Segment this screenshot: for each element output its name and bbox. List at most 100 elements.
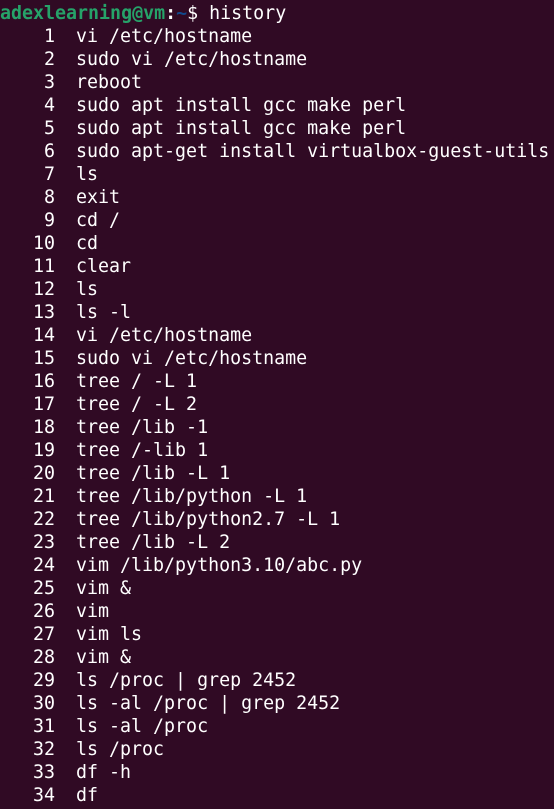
history-entry-command: tree /lib/python -L 1 <box>76 486 308 507</box>
history-entry-number: 25 <box>32 578 55 599</box>
history-entry-number: 31 <box>32 716 55 737</box>
history-entry-command: clear <box>76 256 132 277</box>
history-entry-number: 27 <box>32 624 55 645</box>
history-entry-command: tree / -L 2 <box>76 394 198 415</box>
history-entry-command: sudo apt install gcc make perl <box>76 118 407 139</box>
history-entry-number: 14 <box>32 325 55 346</box>
history-entry: 25 vim & <box>0 577 131 600</box>
history-entry: 6 sudo apt-get install virtualbox-guest-u… <box>0 140 549 163</box>
history-entry-number: 18 <box>32 417 55 438</box>
history-entry: 14 vi /etc/hostname <box>0 324 252 347</box>
history-entry-command: ls <box>76 279 99 300</box>
history-entry-command: vim & <box>76 647 132 668</box>
history-entry-number: 9 <box>43 210 55 231</box>
history-entry-number: 32 <box>32 739 55 760</box>
history-entry: 21 tree /lib/python -L 1 <box>0 485 307 508</box>
history-entry-number: 2 <box>43 49 55 70</box>
history-entry-number: 33 <box>32 762 55 783</box>
history-entry: 13 ls -l <box>0 301 131 324</box>
history-entry: 32 ls /proc <box>0 738 164 761</box>
history-entry: 28 vim & <box>0 646 131 669</box>
history-entry-command: sudo apt install gcc make perl <box>76 95 407 116</box>
history-entry-command: vi /etc/hostname <box>76 325 253 346</box>
history-entry-number: 10 <box>32 233 55 254</box>
history-entry-command: vim & <box>76 578 132 599</box>
history-entry-command: vim ls <box>76 624 143 645</box>
history-entry-command: ls /proc <box>76 739 165 760</box>
history-entry: 24 vim /lib/python3.10/abc.py <box>0 554 362 577</box>
history-entry-number: 5 <box>43 118 55 139</box>
history-entry-number: 1 <box>43 26 55 47</box>
history-entry-command: df -h <box>76 762 132 783</box>
history-entry-number: 7 <box>43 164 55 185</box>
history-entry: 17 tree / -L 2 <box>0 393 197 416</box>
history-entry: 23 tree /lib -L 2 <box>0 531 230 554</box>
history-entry-command: tree / -L 1 <box>76 371 198 392</box>
prompt-user-host: adexlearning@vm <box>0 3 166 24</box>
history-entry-number: 24 <box>32 555 55 576</box>
history-entry-command: vi /etc/hostname <box>76 26 253 47</box>
history-entry: 22 tree /lib/python2.7 -L 1 <box>0 508 340 531</box>
history-entry-command: exit <box>76 187 121 208</box>
history-entry: 31 ls -al /proc <box>0 715 208 738</box>
history-entry-number: 15 <box>32 348 55 369</box>
history-entry-command: ls /proc | grep 2452 <box>76 670 297 691</box>
history-entry-command: ls -l <box>76 302 132 323</box>
history-entry-number: 26 <box>32 601 55 622</box>
history-entry-command: tree /lib -L 2 <box>76 532 231 553</box>
history-entry: 10 cd <box>0 232 98 255</box>
terminal-window[interactable]: adexlearning@vm:~$ history 1 vi /etc/host… <box>0 0 554 809</box>
history-entry: 7 ls <box>0 163 98 186</box>
history-entry: 19 tree /-lib 1 <box>0 439 208 462</box>
history-entry-number: 16 <box>32 371 55 392</box>
history-entry: 11 clear <box>0 255 131 278</box>
history-entry-number: 34 <box>32 785 55 806</box>
history-entry: 1 vi /etc/hostname <box>0 25 252 48</box>
history-entry-command: ls -al /proc | grep 2452 <box>76 693 341 714</box>
history-entry: 16 tree / -L 1 <box>0 370 197 393</box>
history-entry-number: 19 <box>32 440 55 461</box>
history-entry-command: sudo vi /etc/hostname <box>76 49 308 70</box>
history-entry-command: ls -al /proc <box>76 716 209 737</box>
history-entry-number: 29 <box>32 670 55 691</box>
history-entry: 18 tree /lib -1 <box>0 416 208 439</box>
history-entry: 30 ls -al /proc | grep 2452 <box>0 692 340 715</box>
history-entry: 15 sudo vi /etc/hostname <box>0 347 307 370</box>
history-entry-number: 13 <box>32 302 55 323</box>
history-entry-number: 6 <box>43 141 55 162</box>
history-entry-number: 3 <box>43 72 55 93</box>
history-entry: 33 df -h <box>0 761 131 784</box>
prompt-separator: : <box>165 3 177 24</box>
history-entry: 3 reboot <box>0 71 142 94</box>
history-entry-command: sudo apt-get install virtualbox-guest-ut… <box>76 141 550 162</box>
history-entry-command: cd / <box>76 210 121 231</box>
history-entry-command: ls <box>76 164 99 185</box>
prompt-line: adexlearning@vm:~$ history <box>0 2 286 25</box>
history-entry: 8 exit <box>0 186 120 209</box>
history-entry-number: 21 <box>32 486 55 507</box>
prompt-symbol: $ <box>187 3 199 24</box>
history-entry-number: 22 <box>32 509 55 530</box>
history-entry-number: 23 <box>32 532 55 553</box>
history-entry-command: tree /lib -L 1 <box>76 463 231 484</box>
history-entry: 12 ls <box>0 278 98 301</box>
history-entry: 9 cd / <box>0 209 120 232</box>
history-entry-number: 17 <box>32 394 55 415</box>
history-entry: 34 df <box>0 784 98 807</box>
history-entry: 4 sudo apt install gcc make perl <box>0 94 406 117</box>
history-entry-number: 30 <box>32 693 55 714</box>
history-entry-number: 20 <box>32 463 55 484</box>
history-entry-command: sudo vi /etc/hostname <box>76 348 308 369</box>
history-entry-command: vim <box>76 601 110 622</box>
prompt-command: history <box>209 3 287 24</box>
history-entry: 27 vim ls <box>0 623 142 646</box>
history-entry-command: cd <box>76 233 99 254</box>
history-entry-command: df <box>76 785 99 806</box>
prompt-path: ~ <box>176 3 188 24</box>
history-entry-command: tree /-lib 1 <box>76 440 209 461</box>
history-entry: 20 tree /lib -L 1 <box>0 462 230 485</box>
history-entry: 29 ls /proc | grep 2452 <box>0 669 296 692</box>
history-entry-command: reboot <box>76 72 143 93</box>
history-entry-command: vim /lib/python3.10/abc.py <box>76 555 363 576</box>
history-entry-command: tree /lib -1 <box>76 417 209 438</box>
